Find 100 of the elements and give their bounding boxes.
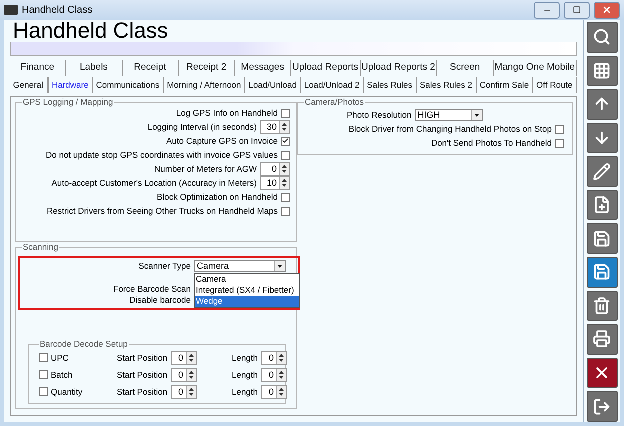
- tab[interactable]: Sales Rules: [364, 76, 417, 92]
- tab[interactable]: Receipt: [122, 60, 179, 76]
- tab[interactable]: Upload Reports: [291, 60, 360, 76]
- tab[interactable]: Receipt 2: [178, 60, 236, 76]
- spin-arrows-icon[interactable]: [276, 368, 286, 380]
- number-spinner[interactable]: 0: [261, 384, 287, 398]
- tab[interactable]: Finance: [10, 60, 66, 76]
- caret-icon: [470, 110, 482, 120]
- group-title: GPS Logging / Mapping: [22, 97, 114, 107]
- setting-label: Block Driver from Changing Handheld Photos on Stop: [348, 124, 552, 134]
- setting-label: Start Position: [117, 386, 168, 396]
- setting-label: Auto Capture GPS on Invoice: [166, 136, 278, 146]
- close-window-button[interactable]: [594, 2, 620, 18]
- tab[interactable]: Communications: [93, 76, 164, 92]
- setting-label: Auto-accept Customer's Location (Accuracy in Meters): [52, 178, 257, 188]
- spin-arrows-icon[interactable]: [279, 121, 289, 133]
- check-icon: [282, 137, 289, 145]
- app-logo-icon: [4, 5, 18, 15]
- minimize-button[interactable]: [534, 2, 560, 18]
- tab[interactable]: Off Route: [533, 76, 577, 92]
- number-spinner[interactable]: 0: [170, 350, 197, 364]
- exit-door-icon: [593, 398, 611, 416]
- close-button[interactable]: [586, 358, 618, 388]
- number-spinner[interactable]: 10: [260, 176, 290, 190]
- tab[interactable]: Mango One Mobile: [494, 60, 578, 76]
- exit-button[interactable]: [586, 391, 618, 422]
- tab[interactable]: Load/Unload 2: [301, 76, 364, 92]
- checkbox[interactable]: [281, 192, 290, 202]
- tab[interactable]: Screen: [437, 60, 494, 76]
- checkbox[interactable]: [281, 150, 290, 160]
- spin-arrows-icon[interactable]: [186, 386, 196, 398]
- page-heading: Handheld Class: [12, 20, 170, 42]
- maximize-icon: [573, 6, 581, 14]
- tab[interactable]: Upload Reports 2: [360, 60, 438, 76]
- setting-label: Scanner Type: [138, 261, 191, 271]
- maximize-button[interactable]: [564, 2, 590, 18]
- setting-label: Photo Resolution: [347, 110, 412, 120]
- checkbox[interactable]: [555, 124, 564, 134]
- group-title: Barcode Decode Setup: [39, 339, 129, 349]
- resolution-dropdown[interactable]: HIGH: [414, 109, 483, 121]
- number-spinner[interactable]: 0: [170, 368, 197, 382]
- tab[interactable]: Confirm Sale: [476, 76, 534, 92]
- number-spinner[interactable]: 0: [261, 350, 287, 364]
- spin-arrows-icon[interactable]: [186, 352, 196, 364]
- delete-button[interactable]: [586, 290, 618, 322]
- text-field[interactable]: [10, 42, 577, 56]
- tab[interactable]: Hardware: [48, 76, 94, 92]
- setting-label: Start Position: [117, 370, 168, 380]
- search-icon: [593, 28, 611, 46]
- setting-label: Length: [232, 370, 258, 380]
- close-icon: [602, 5, 612, 15]
- checkbox-label: Quantity: [51, 386, 83, 396]
- setting-label: Restrict Drivers from Seeing Other Trucks on Handheld Maps: [46, 206, 278, 216]
- setting-label: Logging Interval (in seconds): [148, 122, 257, 132]
- scanner-type-dropdown[interactable]: Camera: [194, 260, 286, 272]
- search-button[interactable]: [586, 22, 618, 53]
- tab[interactable]: Labels: [66, 60, 123, 76]
- dropdown-option[interactable]: Wedge: [195, 296, 299, 307]
- checkbox[interactable]: [281, 206, 290, 216]
- group-title: Scanning: [22, 242, 60, 252]
- up-button[interactable]: [586, 89, 618, 120]
- tab[interactable]: Sales Rules 2: [416, 76, 477, 92]
- tab[interactable]: Morning / Afternoon: [164, 76, 246, 92]
- group-title: Camera/Photos: [304, 97, 366, 107]
- grid-icon: [593, 62, 611, 80]
- checkbox[interactable]: [555, 138, 564, 148]
- setting-label: Force Barcode Scan: [114, 284, 191, 294]
- checkbox[interactable]: [281, 108, 290, 118]
- checkbox[interactable]: [39, 370, 48, 379]
- tab[interactable]: Load/Unload: [245, 76, 302, 92]
- caret-icon: [274, 261, 285, 271]
- spin-arrows-icon[interactable]: [279, 163, 289, 175]
- checkbox-label: Batch: [51, 370, 73, 380]
- printer-icon: [593, 330, 611, 348]
- grid-button[interactable]: [586, 56, 618, 86]
- tab[interactable]: General: [10, 76, 48, 92]
- spin-arrows-icon[interactable]: [186, 368, 196, 380]
- print-button[interactable]: [586, 324, 618, 355]
- down-button[interactable]: [586, 122, 618, 154]
- spin-arrows-icon[interactable]: [279, 177, 289, 189]
- number-spinner[interactable]: 0: [261, 368, 287, 382]
- spin-arrows-icon[interactable]: [276, 352, 286, 364]
- edit-button[interactable]: [586, 156, 618, 187]
- tab[interactable]: Messages: [235, 60, 292, 76]
- trash-icon: [593, 296, 611, 315]
- window-title: Handheld Class: [22, 4, 94, 16]
- checkbox[interactable]: [281, 136, 290, 146]
- new-document-button[interactable]: [586, 190, 618, 220]
- number-spinner[interactable]: 30: [260, 120, 290, 134]
- setting-label: Don't Send Photos To Handheld: [431, 138, 552, 148]
- number-spinner[interactable]: 0: [170, 384, 197, 398]
- checkbox[interactable]: [39, 353, 48, 362]
- checkbox[interactable]: [39, 387, 48, 396]
- number-spinner[interactable]: 0: [260, 162, 290, 176]
- pencil-icon: [593, 162, 611, 181]
- save-new-button[interactable]: [586, 223, 618, 254]
- save-button[interactable]: [586, 257, 618, 288]
- checkbox-label: UPC: [51, 352, 69, 362]
- spin-arrows-icon[interactable]: [276, 386, 286, 398]
- setting-label: Log GPS Info on Handheld: [176, 108, 278, 118]
